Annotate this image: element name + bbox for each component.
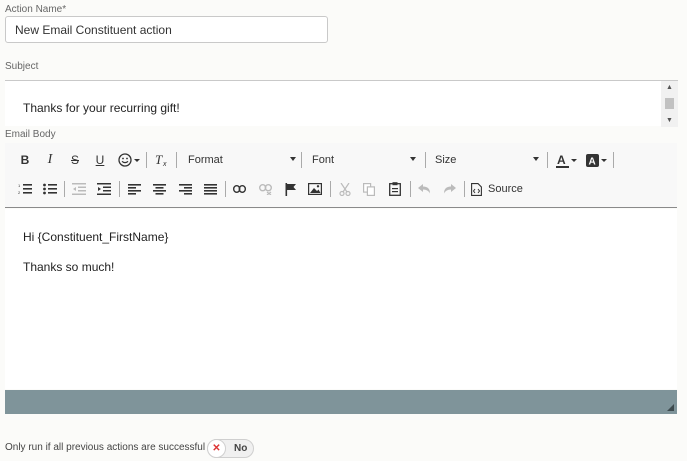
subject-label: Subject	[5, 61, 39, 72]
link-icon	[232, 185, 246, 193]
editor-status-bar	[5, 390, 677, 414]
strikethrough-button[interactable]: S	[68, 151, 82, 169]
toolbar-separator	[119, 181, 120, 197]
bold-button[interactable]: B	[18, 151, 32, 169]
subject-scrollbar[interactable]: ▲ ▼	[661, 81, 678, 127]
flag-icon	[285, 182, 296, 196]
numbered-list-icon: 12	[18, 183, 32, 195]
chevron-down-icon	[570, 158, 577, 162]
justify-button[interactable]	[202, 180, 218, 198]
toolbar-separator	[176, 152, 177, 168]
source-button-label: Source	[488, 183, 523, 195]
bulleted-list-button[interactable]	[42, 180, 58, 198]
email-body-label: Email Body	[5, 129, 56, 140]
toolbar-separator	[464, 181, 465, 197]
paste-button[interactable]	[387, 180, 403, 198]
unlink-icon	[258, 183, 272, 195]
action-name-input[interactable]	[5, 16, 328, 43]
copy-icon	[363, 182, 375, 196]
action-name-label: Action Name*	[5, 4, 67, 15]
underline-button[interactable]: U	[93, 151, 107, 169]
anchor-button[interactable]	[283, 180, 299, 198]
toolbar-separator	[301, 152, 302, 168]
align-left-button[interactable]	[126, 180, 142, 198]
redo-button[interactable]	[441, 180, 457, 198]
undo-icon	[417, 184, 430, 194]
clipboard-icon	[389, 182, 401, 196]
toolbar-separator	[64, 181, 65, 197]
scroll-down-arrow-icon[interactable]: ▼	[661, 117, 678, 124]
outdent-icon	[72, 183, 86, 195]
font-dropdown[interactable]: Font	[312, 151, 416, 169]
cut-button[interactable]	[337, 180, 353, 198]
subject-field[interactable]: Thanks for your recurring gift! ▲ ▼	[5, 80, 678, 127]
svg-text:A: A	[557, 153, 566, 167]
toolbar-separator	[330, 181, 331, 197]
svg-text:1: 1	[18, 183, 21, 188]
italic-button[interactable]: I	[43, 151, 57, 169]
align-center-icon	[152, 183, 166, 195]
size-dropdown[interactable]: Size	[435, 151, 539, 169]
background-color-button[interactable]: A	[584, 151, 608, 169]
align-right-button[interactable]	[177, 180, 193, 198]
toolbar-separator	[146, 152, 147, 168]
background-color-icon: A	[585, 153, 599, 167]
email-body-line: Thanks so much!	[23, 260, 115, 274]
svg-text:A: A	[588, 156, 595, 167]
text-color-icon: A	[555, 153, 569, 168]
toggle-state-label: No	[234, 443, 248, 454]
insert-link-button[interactable]	[231, 180, 247, 198]
source-button[interactable]: Source	[471, 180, 527, 198]
decrease-indent-button[interactable]	[71, 180, 87, 198]
align-left-icon	[127, 183, 141, 195]
toolbar-separator	[225, 181, 226, 197]
only-run-label: Only run if all previous actions are suc…	[5, 442, 206, 453]
align-center-button[interactable]	[151, 180, 167, 198]
align-justify-icon	[203, 183, 217, 195]
smiley-icon	[118, 153, 132, 167]
svg-text:T: T	[155, 153, 163, 167]
size-dropdown-label: Size	[435, 154, 457, 166]
scroll-up-arrow-icon[interactable]: ▲	[661, 84, 678, 91]
text-color-button[interactable]: A	[554, 151, 578, 169]
format-dropdown-label: Format	[188, 154, 223, 166]
svg-text:2: 2	[18, 190, 21, 195]
increase-indent-button[interactable]	[96, 180, 112, 198]
chevron-down-icon	[290, 157, 296, 161]
remove-format-button[interactable]: Tx	[153, 151, 169, 169]
font-dropdown-label: Font	[312, 154, 335, 166]
source-code-icon	[471, 182, 482, 196]
toolbar-separator	[547, 152, 548, 168]
redo-icon	[443, 184, 456, 194]
align-right-icon	[178, 183, 192, 195]
chevron-down-icon	[533, 157, 539, 161]
svg-text:x: x	[162, 161, 167, 167]
close-icon: ✕	[207, 439, 226, 458]
undo-button[interactable]	[416, 180, 432, 198]
format-dropdown[interactable]: Format	[188, 151, 296, 169]
copy-button[interactable]	[361, 180, 377, 198]
indent-icon	[97, 183, 111, 195]
only-run-toggle[interactable]: ✕ No	[207, 439, 254, 458]
clear-format-icon: Tx	[155, 153, 167, 167]
toolbar-separator	[425, 152, 426, 168]
bulleted-list-icon	[43, 183, 57, 195]
resize-handle-icon[interactable]	[667, 404, 674, 411]
toolbar-separator	[613, 152, 614, 168]
email-body-editor[interactable]: Hi {Constituent_FirstName} Thanks so muc…	[5, 209, 677, 389]
unlink-button[interactable]	[257, 180, 273, 198]
chevron-down-icon	[600, 158, 607, 162]
emoji-button[interactable]	[116, 151, 142, 169]
editor-toolbar: B I S U Tx Format Font Size A A 12 Sourc…	[5, 143, 677, 208]
scissors-icon	[339, 182, 351, 196]
chevron-down-icon	[410, 157, 416, 161]
subject-text: Thanks for your recurring gift!	[23, 101, 180, 115]
insert-image-button[interactable]	[307, 180, 323, 198]
toolbar-separator	[410, 181, 411, 197]
numbered-list-button[interactable]: 12	[17, 180, 33, 198]
scrollbar-thumb[interactable]	[665, 98, 674, 109]
chevron-down-icon	[134, 158, 140, 162]
image-icon	[308, 183, 322, 195]
email-body-line: Hi {Constituent_FirstName}	[23, 230, 169, 244]
